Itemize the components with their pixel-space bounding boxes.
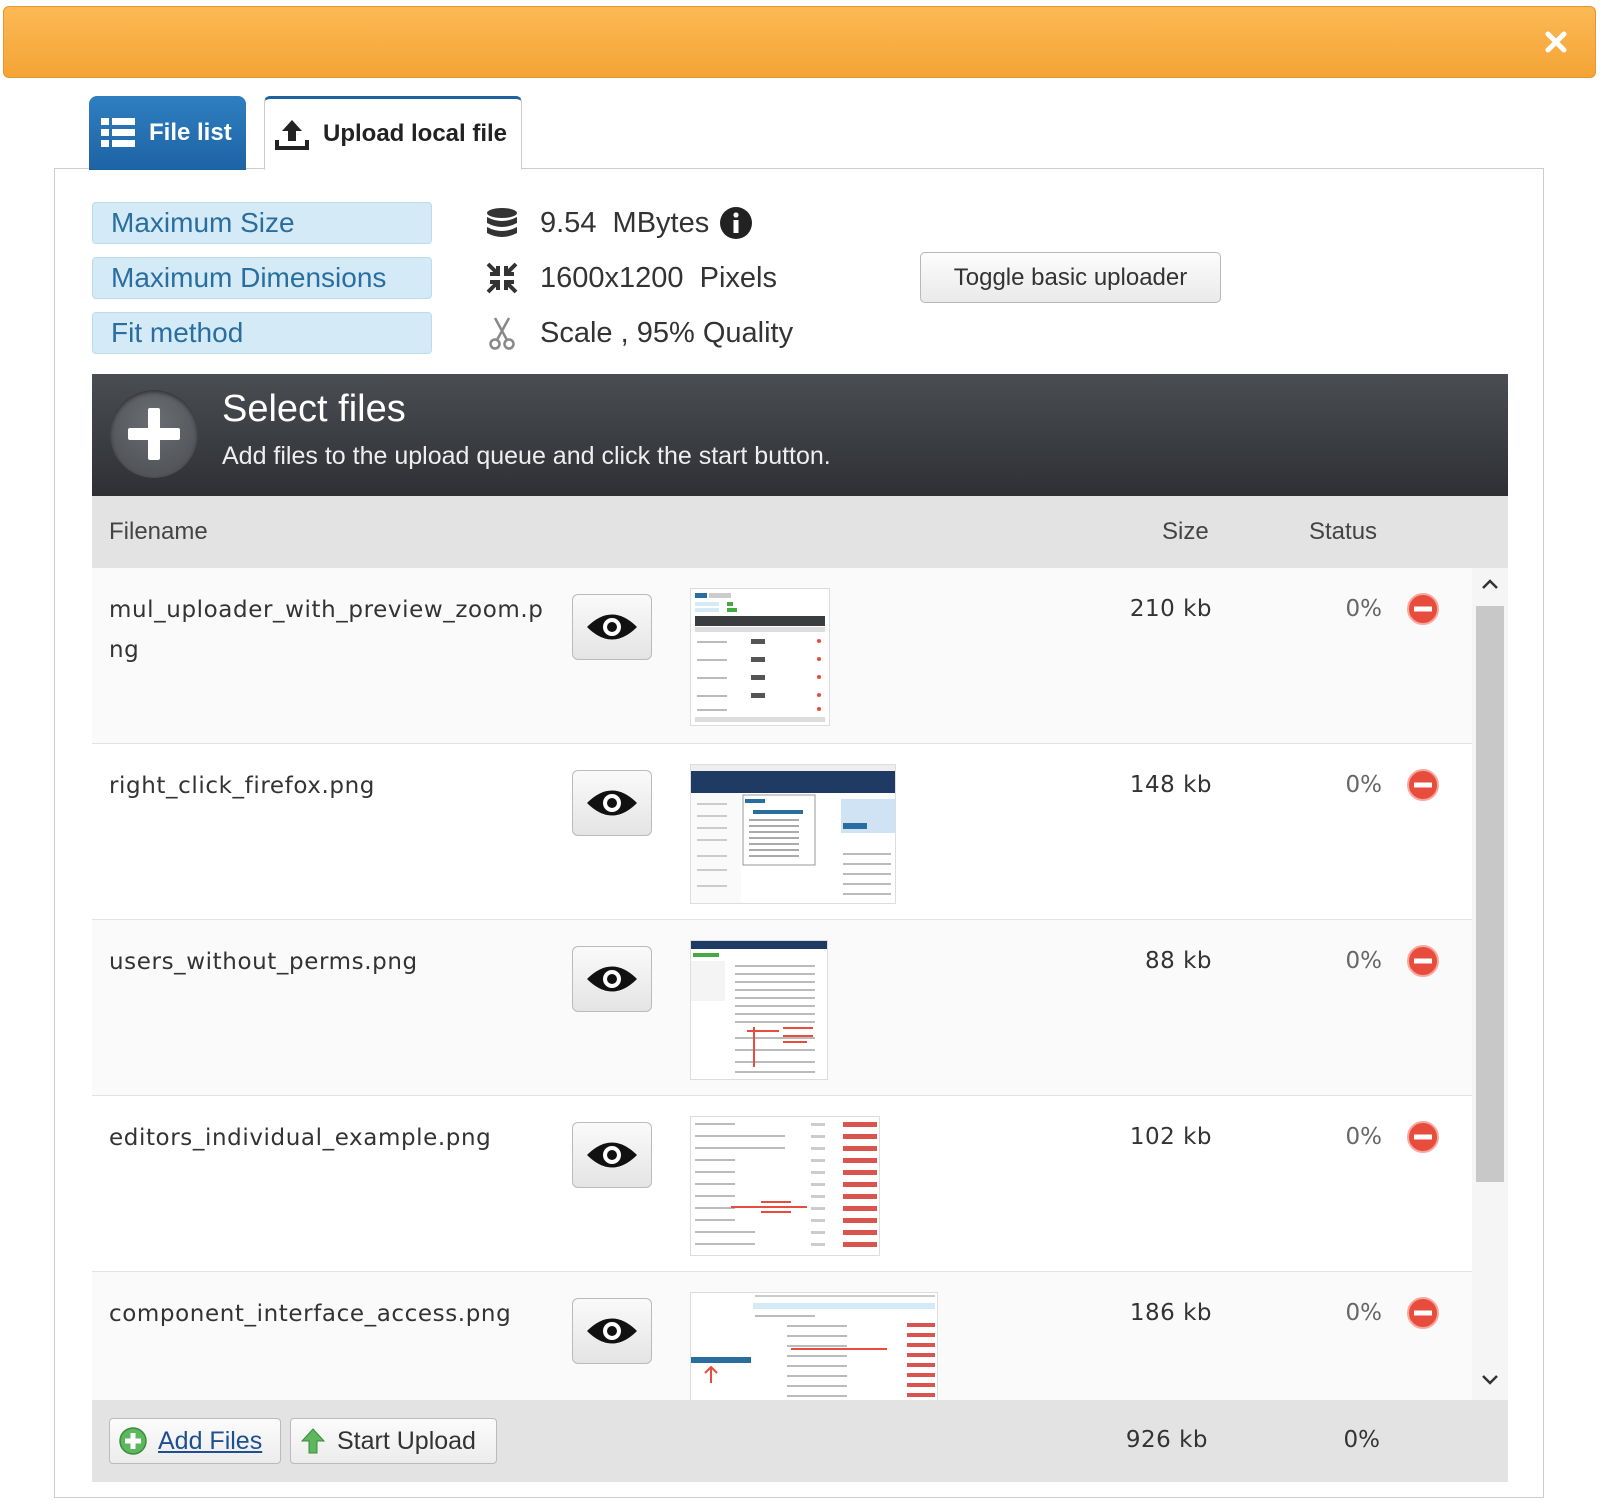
total-status: 0% [1343, 1427, 1381, 1453]
eye-icon [587, 966, 637, 992]
eye-icon [587, 1318, 637, 1344]
tab-upload-local-file[interactable]: Upload local file [264, 96, 522, 170]
start-upload-button[interactable]: Start Upload [290, 1418, 497, 1464]
file-list: mul_uploader_with_preview_zoom.png 210 k… [92, 568, 1472, 1400]
database-icon [484, 205, 520, 241]
chevron-up-icon[interactable] [1481, 578, 1499, 590]
preview-button[interactable] [572, 1298, 652, 1364]
remove-icon[interactable] [1406, 1120, 1440, 1154]
file-size: 210 kb [1129, 596, 1212, 622]
file-size: 102 kb [1129, 1124, 1212, 1150]
max-size-value: 9.54 MBytes [540, 206, 710, 239]
file-list-scrollbar[interactable] [1472, 568, 1508, 1400]
chevron-down-icon[interactable] [1481, 1374, 1499, 1386]
tab-upload-label: Upload local file [323, 120, 508, 147]
file-name: editors_individual_example.png [109, 1125, 492, 1151]
eye-icon [587, 614, 637, 640]
file-name: component_interface_access.png [109, 1301, 512, 1327]
add-files-button[interactable]: Add Files [109, 1418, 281, 1464]
file-thumbnail[interactable] [690, 940, 828, 1080]
add-circle-icon [119, 1427, 147, 1455]
file-row: mul_uploader_with_preview_zoom.png 210 k… [92, 568, 1472, 744]
scrollbar-thumb[interactable] [1476, 606, 1504, 1182]
compress-icon [484, 260, 520, 296]
remove-icon[interactable] [1406, 944, 1440, 978]
add-circle-icon[interactable] [110, 390, 198, 478]
file-name: users_without_perms.png [109, 949, 418, 975]
file-status: 0% [1345, 1300, 1383, 1326]
max-dimensions-value: 1600x1200 Pixels [540, 261, 777, 294]
file-row: editors_individual_example.png 102 kb 0% [92, 1096, 1472, 1272]
upload-footer: Add Files Start Upload 926 kb 0% [92, 1400, 1508, 1482]
toggle-basic-uploader-button[interactable]: Toggle basic uploader [920, 252, 1221, 303]
start-upload-label: Start Upload [337, 1426, 476, 1455]
file-thumbnail[interactable] [690, 588, 830, 726]
file-table-header: Filename Size Status [92, 496, 1508, 568]
file-row: right_click_firefox.png 148 kb 0% [92, 744, 1472, 920]
list-icon [101, 118, 135, 147]
file-row: users_without_perms.png 88 kb 0% [92, 920, 1472, 1096]
file-status: 0% [1345, 948, 1383, 974]
arrow-up-icon [300, 1428, 326, 1454]
tab-file-list[interactable]: File list [89, 96, 246, 170]
remove-icon[interactable] [1406, 768, 1440, 802]
upload-icon [275, 120, 309, 150]
fit-method-info: Scale , 95% Quality [484, 313, 793, 353]
file-thumbnail[interactable] [690, 764, 896, 904]
max-size-info: 9.54 MBytes [484, 203, 753, 243]
file-thumbnail[interactable] [690, 1116, 880, 1256]
max-size-label: Maximum Size [92, 202, 432, 244]
eye-icon [587, 790, 637, 816]
add-files-label: Add Files [158, 1426, 263, 1455]
scissors-icon [484, 315, 520, 351]
fit-method-label: Fit method [92, 312, 432, 354]
select-files-title: Select files [222, 388, 406, 430]
column-status: Status [1309, 518, 1378, 545]
file-size: 88 kb [1145, 948, 1212, 974]
remove-icon[interactable] [1406, 1296, 1440, 1330]
preview-button[interactable] [572, 594, 652, 660]
tab-file-list-label: File list [149, 119, 232, 146]
info-icon[interactable] [719, 206, 753, 240]
max-dimensions-info: 1600x1200 Pixels [484, 258, 777, 298]
file-size: 148 kb [1129, 772, 1212, 798]
column-filename: Filename [109, 518, 208, 545]
notification-bar [3, 6, 1596, 78]
remove-icon[interactable] [1406, 592, 1440, 626]
file-status: 0% [1345, 1124, 1383, 1150]
select-files-subtitle: Add files to the upload queue and click … [222, 442, 831, 470]
fit-method-value: Scale , 95% Quality [540, 316, 794, 349]
file-name: mul_uploader_with_preview_zoom.png [109, 597, 544, 663]
file-thumbnail[interactable] [690, 1292, 938, 1400]
total-size: 926 kb [1125, 1427, 1208, 1453]
file-status: 0% [1345, 772, 1383, 798]
preview-button[interactable] [572, 1122, 652, 1188]
max-dimensions-label: Maximum Dimensions [92, 257, 432, 299]
close-icon[interactable] [1541, 27, 1571, 57]
eye-icon [587, 1142, 637, 1168]
column-size: Size [1162, 518, 1209, 545]
file-size: 186 kb [1129, 1300, 1212, 1326]
preview-button[interactable] [572, 946, 652, 1012]
file-row: component_interface_access.png 186 kb 0% [92, 1272, 1472, 1400]
preview-button[interactable] [572, 770, 652, 836]
file-name: right_click_firefox.png [109, 773, 375, 799]
file-status: 0% [1345, 596, 1383, 622]
select-files-header[interactable]: Select files Add files to the upload que… [92, 374, 1508, 496]
